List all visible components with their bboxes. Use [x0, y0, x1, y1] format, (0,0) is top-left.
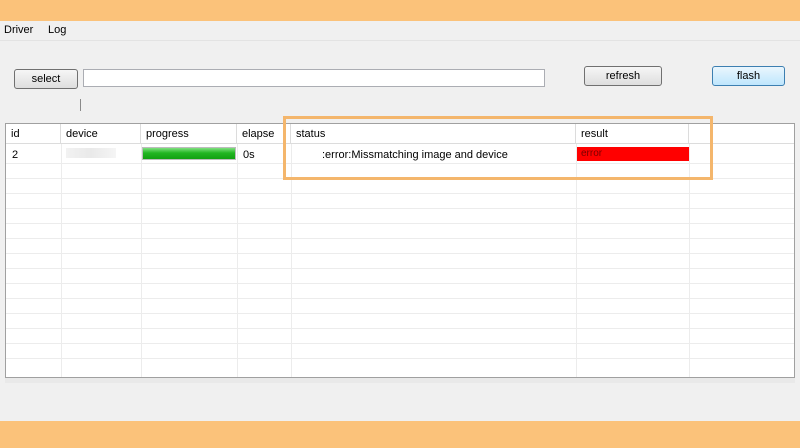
- column-header-progress[interactable]: progress: [141, 124, 237, 144]
- grid-line: [6, 193, 794, 194]
- grid-line: [6, 253, 794, 254]
- bottom-banner: [0, 421, 800, 448]
- cell-elapse[interactable]: 0s: [243, 149, 255, 161]
- cell-device[interactable]: [66, 148, 116, 158]
- grid-line: [6, 208, 794, 209]
- column-header-status[interactable]: status: [291, 124, 576, 144]
- grid-line: [6, 358, 794, 359]
- top-banner: [0, 0, 800, 21]
- cell-status[interactable]: :error:Missmatching image and device: [322, 149, 508, 161]
- grid-line: [6, 223, 794, 224]
- grid-line: [6, 268, 794, 269]
- grid-line: [6, 283, 794, 284]
- column-header-elapse[interactable]: elapse: [237, 124, 291, 144]
- column-header-filler: [689, 124, 794, 144]
- flash-button[interactable]: flash: [712, 66, 785, 86]
- image-path-input[interactable]: [83, 69, 545, 87]
- progress-bar: [142, 147, 236, 160]
- grid-line: [6, 298, 794, 299]
- grid-line: [6, 328, 794, 329]
- menu-driver[interactable]: Driver: [4, 24, 33, 36]
- device-table[interactable]: id device progress elapse status result …: [5, 123, 795, 378]
- select-button[interactable]: select: [14, 69, 78, 89]
- menu-bar: Driver Log: [0, 21, 800, 41]
- grid-line: [6, 343, 794, 344]
- cell-result-error[interactable]: error: [577, 147, 689, 161]
- refresh-button[interactable]: refresh: [584, 66, 662, 86]
- column-header-device[interactable]: device: [61, 124, 141, 144]
- status-strip: [5, 378, 795, 383]
- divider: [80, 99, 81, 111]
- grid-line: [6, 238, 794, 239]
- cell-id[interactable]: 2: [12, 149, 18, 161]
- grid-line: [6, 178, 794, 179]
- grid-line: [6, 163, 794, 164]
- column-header-id[interactable]: id: [6, 124, 61, 144]
- menu-log[interactable]: Log: [48, 24, 66, 36]
- progress-bar-fill: [143, 148, 235, 159]
- column-header-result[interactable]: result: [576, 124, 689, 144]
- app-window: Driver Log select refresh flash id devic…: [0, 21, 800, 421]
- grid-line: [6, 313, 794, 314]
